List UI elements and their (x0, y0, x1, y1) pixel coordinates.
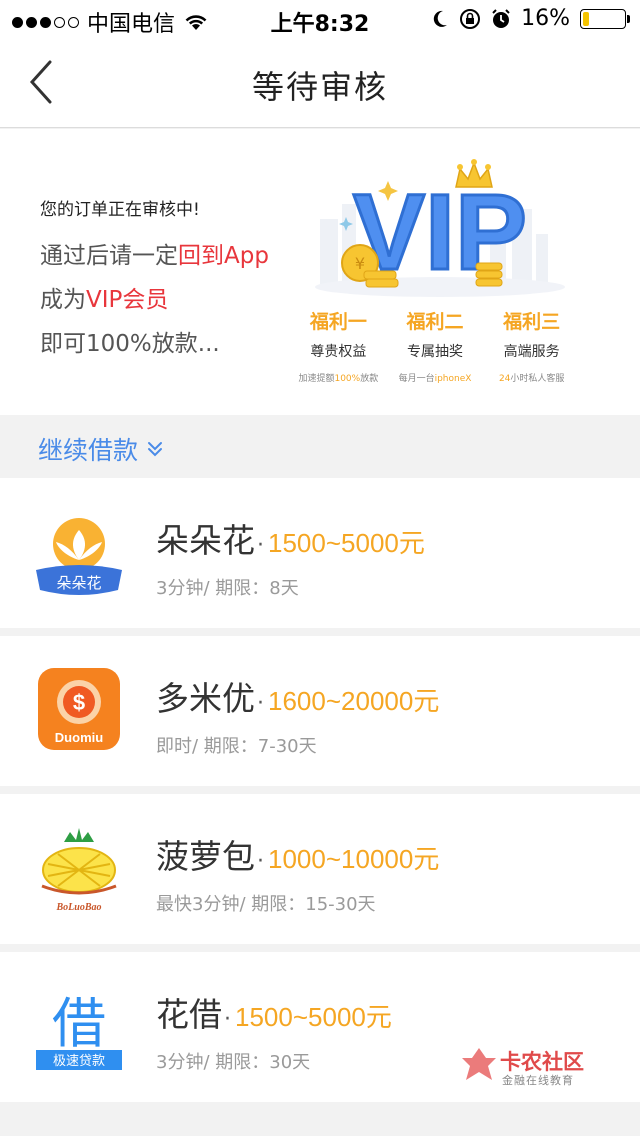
message-line-3: 即可100%放款... (40, 331, 220, 357)
svg-text:极速贷款: 极速贷款 (53, 1054, 105, 1069)
battery-icon (580, 8, 630, 29)
return-app-highlight: 回到App (178, 243, 269, 269)
loan-amount: 1500~5000元 (235, 1002, 392, 1032)
loan-terms: 3分钟/ 期限：30天 (156, 1052, 311, 1073)
review-status-text: 您的订单正在审核中! (40, 200, 200, 220)
vip-banner[interactable]: 您的订单正在审核中! 通过后请一定回到App 成为VIP会员 即可100%放款.… (0, 129, 640, 415)
benefit-item: 福利一 尊贵权益 加速提额100%放款 (290, 307, 387, 384)
benefit-title: 福利二 (406, 311, 464, 333)
benefit-note: 每月一台iphoneX (398, 374, 472, 384)
duomiyou-logo: $ Duomiu (38, 668, 120, 750)
benefit-title: 福利一 (309, 311, 367, 333)
status-right: 16% (431, 6, 630, 31)
vip-graphic: VIP ¥ (315, 159, 565, 297)
svg-text:借: 借 (52, 992, 106, 1055)
loan-amount: 1500~5000元 (268, 528, 425, 558)
continue-borrowing-header: 继续借款 (0, 415, 640, 477)
loan-amount: 1000~10000元 (268, 844, 440, 874)
loan-name: 菠萝包 (156, 837, 255, 876)
benefit-subtitle: 专属抽奖 (407, 344, 463, 360)
continue-borrowing-toggle[interactable]: 继续借款 (38, 431, 164, 467)
continue-borrowing-label: 继续借款 (38, 436, 139, 465)
huajie-logo: 借 极速贷款 (36, 992, 122, 1070)
svg-text:Duomiu: Duomiu (55, 730, 103, 745)
boluobao-logo: BoLuoBao (41, 828, 117, 913)
loan-terms: 即时/ 期限：7-30天 (156, 736, 317, 757)
benefit-note: 24小时私人客服 (498, 374, 565, 384)
loan-name: 朵朵花 (156, 521, 255, 560)
svg-text:朵朵花: 朵朵花 (56, 574, 101, 592)
kanong-watermark: 卡农社区 金融在线教育 (460, 1044, 590, 1088)
loan-terms: 最快3分钟/ 期限：15-30天 (156, 894, 376, 915)
svg-text:$: $ (73, 690, 85, 715)
benefit-subtitle: 高端服务 (503, 344, 560, 360)
loan-terms: 3分钟/ 期限：8天 (156, 578, 299, 599)
loan-card-boluobao[interactable]: BoLuoBao 菠萝包 · 1000~10000元 最快3分钟/ 期限：15-… (0, 794, 640, 944)
battery-fill (583, 11, 590, 26)
svg-text:BoLuoBao: BoLuoBao (55, 902, 101, 913)
svg-text:¥: ¥ (355, 254, 365, 273)
benefit-item: 福利二 专属抽奖 每月一台iphoneX (387, 307, 484, 384)
loan-card-duomiyou[interactable]: $ Duomiu 多米优 · 1600~20000元 即时/ 期限：7-30天 (0, 636, 640, 786)
nav-bar: 等待审核 (0, 40, 640, 128)
alarm-icon (492, 8, 510, 28)
duoduohua-logo: 朵朵花 (36, 518, 122, 595)
loan-amount: 1600~20000元 (268, 686, 440, 716)
page-title: 等待审核 (251, 68, 388, 106)
battery-percent: 16% (521, 6, 570, 31)
loan-name: 花借 (156, 995, 222, 1034)
benefit-item: 福利三 高端服务 24小时私人客服 (483, 307, 580, 384)
vip-illustration: VIP ¥ 福利一 尊贵权益 加速提额100%放款 福利二 专属抽奖 每月一台i… (290, 159, 580, 409)
kanong-logo-icon (462, 1048, 496, 1080)
loan-card-duoduohua[interactable]: 朵朵花 朵朵花 · 1500~5000元 3分钟/ 期限：8天 (0, 478, 640, 628)
review-message: 您的订单正在审核中! 通过后请一定回到App 成为VIP会员 即可100%放款.… (40, 195, 269, 366)
benefit-subtitle: 尊贵权益 (310, 344, 367, 360)
vip-member-highlight: VIP会员 (86, 287, 169, 313)
rotation-lock-icon (460, 8, 481, 29)
watermark-subtitle: 金融在线教育 (502, 1074, 574, 1087)
benefit-title: 福利三 (503, 311, 561, 333)
moon-icon (433, 10, 448, 27)
status-bar: 中国电信 上午8:32 16% (0, 0, 640, 40)
loan-name: 多米优 (156, 679, 255, 718)
double-chevron-down-icon (148, 442, 163, 457)
message-line-2: 成为VIP会员 (40, 287, 169, 313)
message-line-1: 通过后请一定回到App (40, 243, 269, 269)
benefit-note: 加速提额100%放款 (298, 374, 379, 384)
benefit-list: 福利一 尊贵权益 加速提额100%放款 福利二 专属抽奖 每月一台iphoneX… (290, 307, 580, 384)
